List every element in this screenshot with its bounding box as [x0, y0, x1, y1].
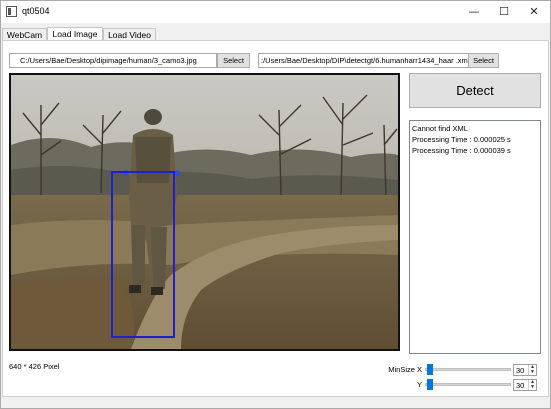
- close-button[interactable]: ✕: [519, 1, 549, 23]
- image-size-label: 640 * 426 Pixel: [9, 362, 60, 371]
- minimize-button[interactable]: —: [459, 1, 489, 23]
- slider-handle[interactable]: [427, 364, 433, 375]
- xml-path-input[interactable]: :/Users/Bae/Desktop/DIP\detectgt/6.human…: [258, 53, 469, 68]
- log-line: Processing Time : 0.000025 s: [412, 135, 511, 144]
- min-size-y-label: Y: [416, 380, 422, 389]
- log-line: Cannot find XML: [412, 124, 468, 133]
- select-image-button[interactable]: Select: [217, 53, 250, 68]
- tab-bar: WebCam Load Image Load Video: [1, 27, 550, 41]
- slider-handle[interactable]: [427, 379, 433, 390]
- main-window: qt0504 — ☐ ✕ WebCam Load Image Load Vide…: [0, 0, 551, 409]
- title-bar[interactable]: qt0504 — ☐ ✕: [1, 1, 550, 23]
- load-image-panel: C:/Users/Bae/Desktop/dipimage/human/3_ca…: [2, 40, 549, 397]
- image-display: [9, 73, 400, 351]
- loaded-photo: [11, 75, 398, 349]
- image-path-input[interactable]: C:/Users/Bae/Desktop/dipimage/human/3_ca…: [9, 53, 217, 68]
- select-xml-button[interactable]: Select: [468, 53, 499, 68]
- log-line: Processing Time : 0.000039 s: [412, 146, 511, 155]
- spin-arrows-icon[interactable]: ▲ ▼: [528, 380, 536, 390]
- maximize-button[interactable]: ☐: [489, 1, 519, 23]
- tab-load-image[interactable]: Load Image: [47, 27, 103, 41]
- app-window-icon: [6, 6, 17, 17]
- log-output[interactable]: Cannot find XML Processing Time : 0.0000…: [409, 120, 541, 354]
- slider-groove: [425, 383, 511, 386]
- slider-groove: [425, 368, 511, 371]
- spin-value: 30: [516, 366, 525, 375]
- window-title: qt0504: [22, 6, 50, 16]
- spin-value: 30: [516, 381, 525, 390]
- min-size-y-spinbox[interactable]: 30 ▲ ▼: [513, 379, 537, 391]
- detect-button[interactable]: Detect: [409, 73, 541, 108]
- min-size-x-spinbox[interactable]: 30 ▲ ▼: [513, 364, 537, 376]
- min-size-x-label: MinSize X: [388, 365, 422, 374]
- min-size-y-slider[interactable]: [425, 379, 511, 390]
- min-size-x-slider[interactable]: [425, 364, 511, 375]
- spin-arrows-icon[interactable]: ▲ ▼: [528, 365, 536, 375]
